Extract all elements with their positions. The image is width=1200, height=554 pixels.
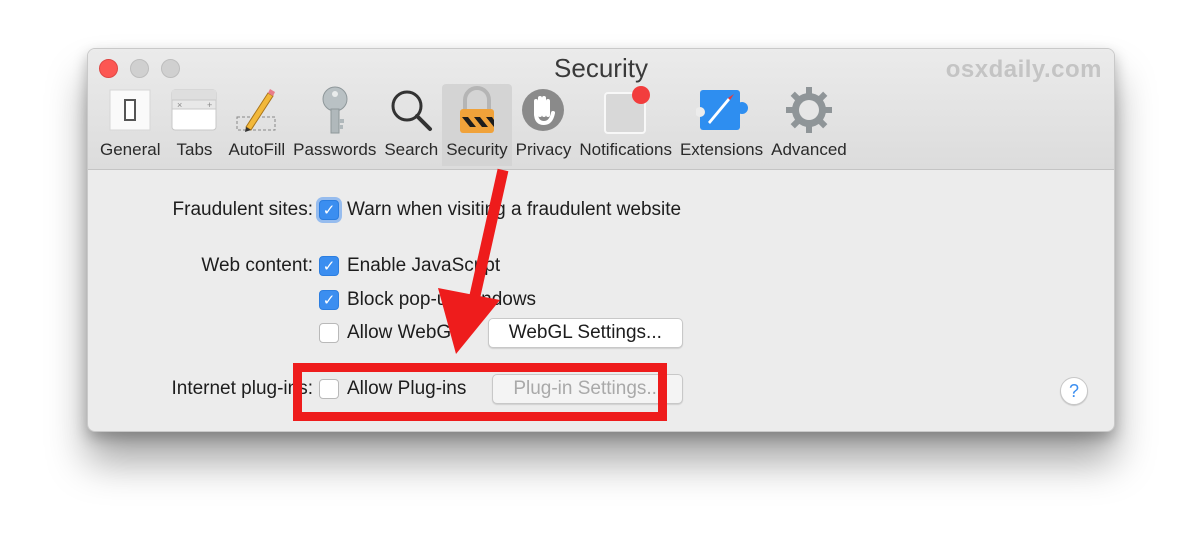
- annotation-arrow: [438, 168, 509, 354]
- annotation-arrow-head: [438, 288, 500, 354]
